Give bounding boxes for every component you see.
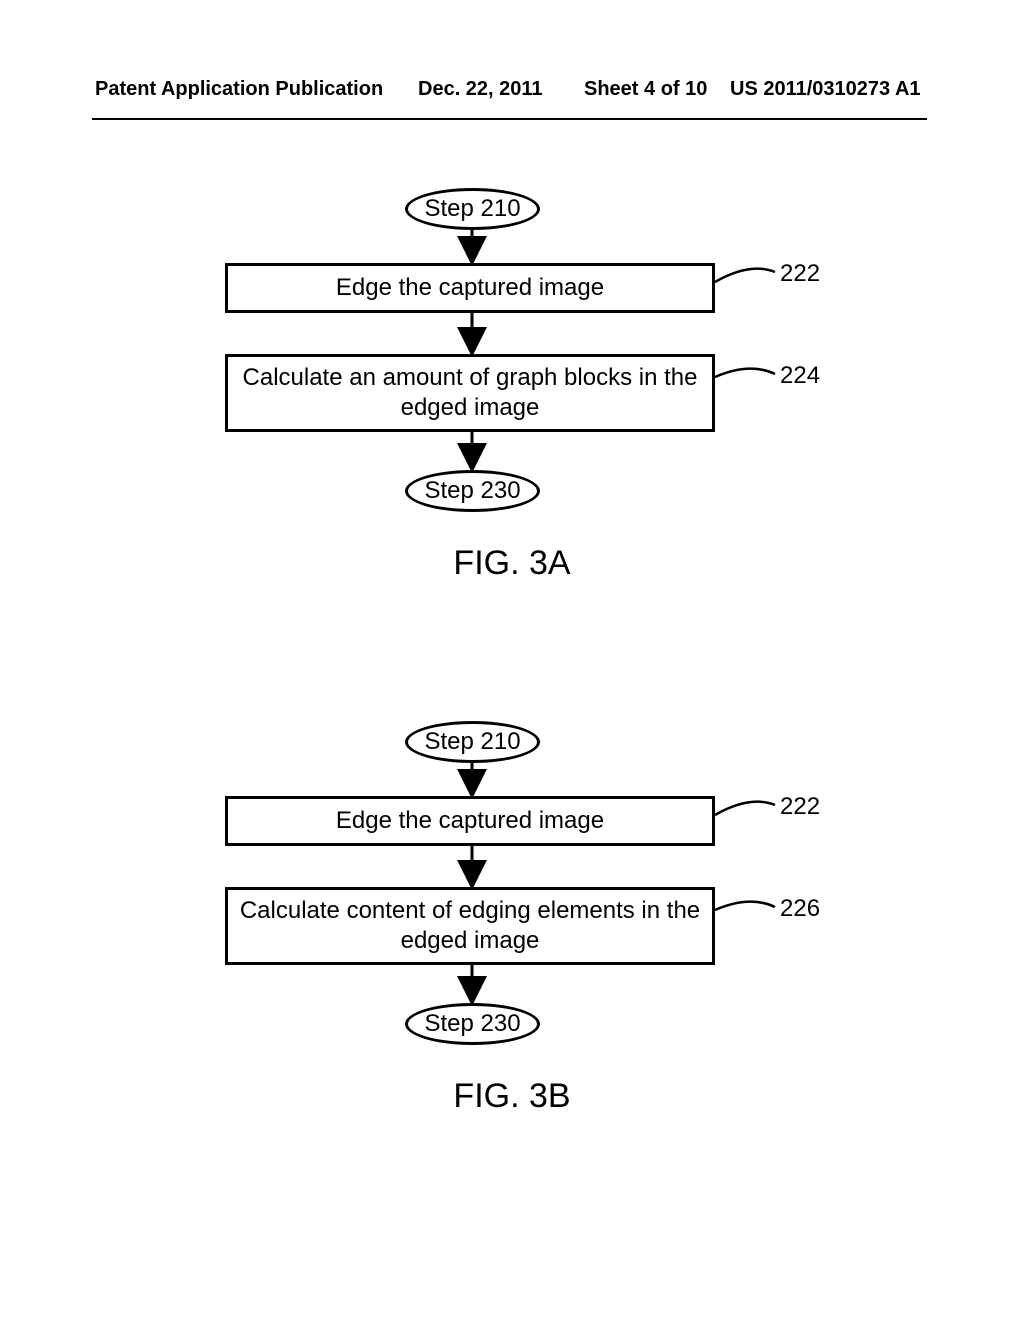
figure-label-3a: FIG. 3A bbox=[0, 544, 1024, 583]
flowchart-fig-3b: Step 210 Edge the captured image Calcula… bbox=[0, 715, 1024, 1215]
sheet-number: Sheet 4 of 10 bbox=[584, 78, 707, 101]
flow-arrows-a bbox=[0, 182, 1024, 582]
publication-number: US 2011/0310273 A1 bbox=[730, 78, 921, 101]
publication-date: Dec. 22, 2011 bbox=[418, 78, 543, 101]
figure-label-3b: FIG. 3B bbox=[0, 1077, 1024, 1116]
page: Patent Application Publication Dec. 22, … bbox=[0, 0, 1024, 1320]
flow-arrows-b bbox=[0, 715, 1024, 1115]
header-divider bbox=[92, 118, 927, 120]
flowchart-fig-3a: Step 210 Edge the captured image Calcula… bbox=[0, 182, 1024, 682]
publication-type: Patent Application Publication bbox=[95, 78, 383, 101]
